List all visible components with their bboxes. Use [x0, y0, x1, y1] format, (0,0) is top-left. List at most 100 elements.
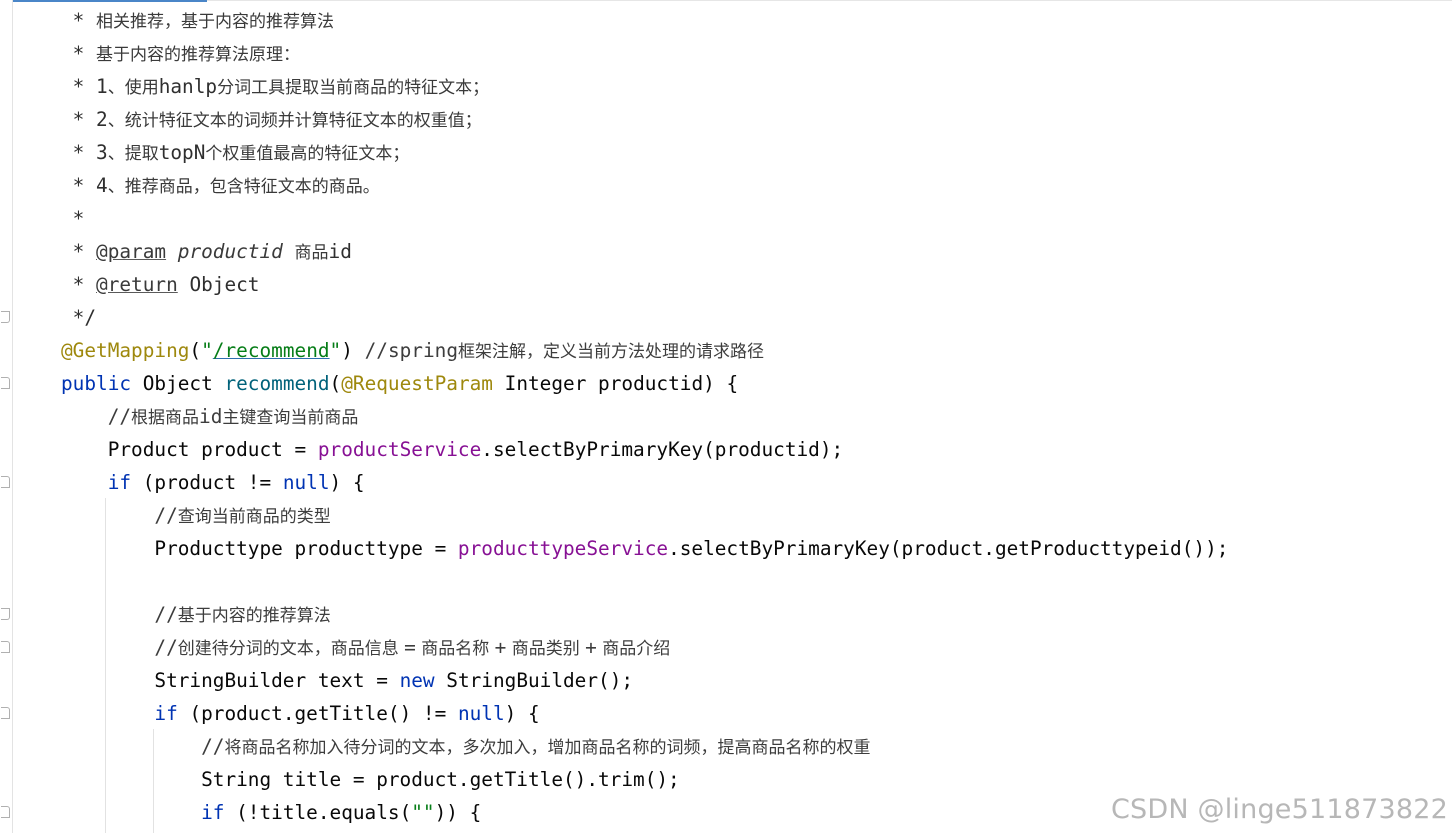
code-token: new — [399, 669, 435, 692]
code-token: // — [61, 504, 178, 527]
code-token: 个权重值最高的特征文本； — [205, 144, 410, 164]
code-line[interactable]: * 1、使用hanlp分词工具提取当前商品的特征文本； — [61, 70, 489, 103]
code-token: @return — [96, 273, 178, 296]
code-token: public — [61, 372, 132, 395]
code-line[interactable]: * 基于内容的推荐算法原理： — [61, 37, 300, 70]
gutter-separator — [12, 0, 13, 833]
code-line[interactable]: String title = product.getTitle().trim()… — [61, 763, 680, 796]
code-token: * — [61, 273, 97, 296]
code-line[interactable]: Producttype producttype = producttypeSer… — [61, 532, 1228, 565]
code-token: if — [107, 471, 132, 494]
code-token: " — [329, 339, 342, 362]
watermark: CSDN @linge511873822 — [1110, 794, 1448, 825]
code-token: 商品类别 — [506, 639, 586, 659]
code-token: * — [61, 42, 97, 65]
fold-marker-icon[interactable] — [1, 311, 10, 323]
code-token: 基于内容的推荐算法 — [177, 606, 331, 626]
code-token: hanlp — [158, 75, 218, 98]
code-line[interactable]: */ — [61, 301, 96, 334]
code-token: 分词工具提取当前商品的特征文本； — [217, 78, 490, 98]
code-line[interactable]: * 2、统计特征文本的词频并计算特征文本的权重值； — [61, 103, 482, 136]
code-line[interactable]: * @return Object — [61, 268, 260, 301]
code-token: recommend — [224, 372, 330, 395]
code-line[interactable]: * 相关推荐，基于内容的推荐算法 — [61, 4, 334, 37]
code-token: "" — [411, 801, 435, 824]
code-line[interactable]: if (product.getTitle() != null) { — [61, 697, 540, 730]
code-token: Integer productid) { — [492, 372, 739, 395]
code-token: * 1 — [61, 75, 108, 98]
code-token: /recommend — [212, 339, 330, 362]
fold-marker-icon[interactable] — [1, 377, 10, 389]
code-token: (product != — [131, 471, 283, 494]
code-token: // — [61, 636, 178, 659]
code-token: ( — [189, 339, 202, 362]
code-line[interactable]: //创建待分词的文本，商品信息 = 商品名称 + 商品类别 + 商品介绍 — [61, 631, 670, 664]
code-line[interactable]: public Object recommend(@RequestParam In… — [61, 367, 738, 400]
code-line[interactable]: StringBuilder text = new StringBuilder()… — [61, 664, 633, 697]
code-token: * 3 — [61, 141, 108, 164]
code-line[interactable]: * 4、推荐商品，包含特征文本的商品。 — [61, 169, 380, 202]
code-token: * — [61, 207, 85, 230]
code-token: null — [457, 702, 505, 725]
code-token: //spring — [364, 339, 458, 362]
editor-gutter[interactable] — [0, 0, 13, 833]
editor-tab-indicator — [0, 0, 207, 2]
code-token: productid — [177, 240, 283, 263]
code-line[interactable]: //将商品名称加入待分词的文本，多次加入，增加商品名称的词频，提高商品名称的权重 — [61, 730, 870, 763]
code-line[interactable]: if (!title.equals("")) { — [61, 796, 481, 829]
code-token: )) { — [434, 801, 482, 824]
code-line[interactable]: @GetMapping("/recommend") //spring框架注解，定… — [61, 334, 764, 367]
code-token: = — [404, 636, 416, 659]
code-token: ) { — [329, 471, 365, 494]
code-token: @RequestParam — [341, 372, 493, 395]
code-line[interactable]: * @param productid 商品id — [61, 235, 352, 268]
code-line[interactable]: //根据商品id主键查询当前商品 — [61, 400, 359, 433]
code-token: " — [201, 339, 213, 362]
code-token: id — [199, 405, 223, 428]
code-token: // — [61, 405, 132, 428]
code-token: Producttype producttype = — [61, 537, 458, 560]
code-token: 根据商品 — [131, 408, 200, 428]
code-token: + — [585, 636, 597, 659]
code-line[interactable]: * 3、提取topN个权重值最高的特征文本； — [61, 136, 410, 169]
code-token: + — [494, 636, 507, 659]
code-line[interactable]: Product product = productService.selectB… — [61, 433, 844, 466]
fold-marker-icon[interactable] — [1, 608, 10, 620]
code-token: // — [61, 603, 178, 626]
code-token: 商品 — [294, 243, 329, 263]
code-token: 框架注解，定义当前方法处理的请求路径 — [458, 342, 764, 362]
fold-marker-icon[interactable] — [1, 707, 10, 719]
code-token: null — [282, 471, 330, 494]
code-token: * — [61, 240, 97, 263]
code-token: 、使用 — [107, 78, 159, 98]
code-line[interactable]: //查询当前商品的类型 — [61, 499, 330, 532]
code-editor[interactable]: * 相关推荐，基于内容的推荐算法 * 基于内容的推荐算法原理： * 1、使用ha… — [0, 0, 1452, 833]
code-token: ) { — [504, 702, 540, 725]
fold-marker-icon[interactable] — [1, 806, 10, 818]
code-line[interactable]: * — [61, 202, 85, 235]
code-token: .selectByPrimaryKey(productid); — [481, 438, 844, 461]
code-token: ( — [329, 372, 342, 395]
code-token: (!title.equals( — [224, 801, 412, 824]
code-token: .selectByPrimaryKey(product.getProductty… — [668, 537, 1229, 560]
fold-marker-icon[interactable] — [1, 476, 10, 488]
code-line[interactable]: if (product != null) { — [61, 466, 365, 499]
code-token: if — [154, 702, 178, 725]
code-token: 商品名称 — [415, 639, 495, 659]
code-token: Object — [177, 273, 260, 296]
fold-marker-icon[interactable] — [1, 641, 10, 653]
code-token: 、提取 — [107, 144, 159, 164]
code-token: producttypeService — [457, 537, 669, 560]
code-token: 商品介绍 — [596, 639, 671, 659]
code-line[interactable]: //基于内容的推荐算法 — [61, 598, 331, 631]
code-token: * — [61, 9, 97, 32]
code-token: ) — [341, 339, 365, 362]
code-token: Product product = — [61, 438, 318, 461]
code-token: String title = product.getTitle().trim()… — [61, 768, 680, 791]
code-token: // — [61, 735, 225, 758]
code-token: */ — [61, 306, 97, 329]
